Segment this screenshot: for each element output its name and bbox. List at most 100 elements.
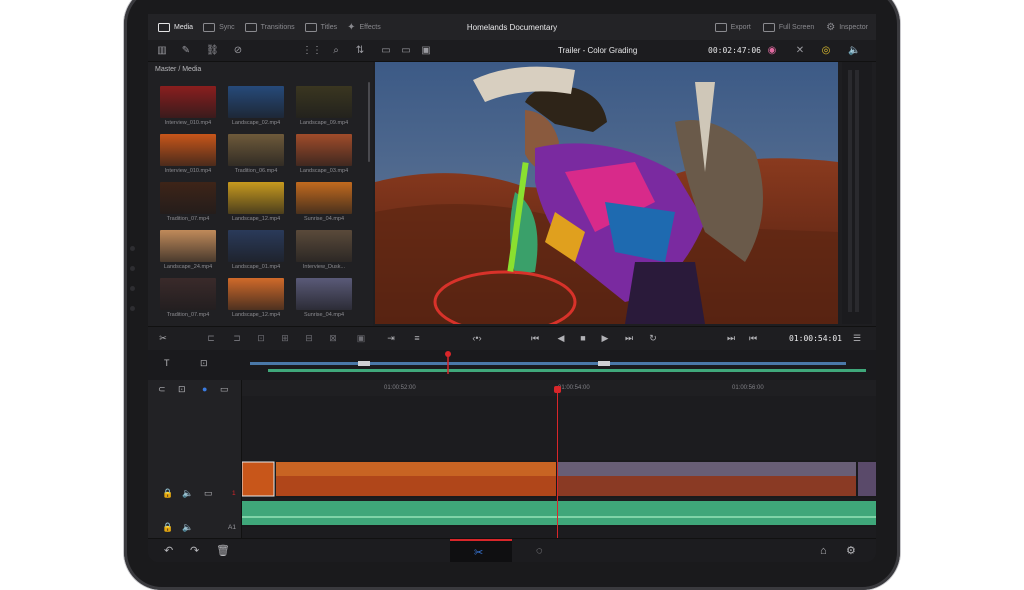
fullscreen-button[interactable]: Full Screen	[762, 22, 814, 32]
video-track[interactable]	[241, 460, 876, 498]
video-clip[interactable]	[858, 462, 876, 496]
media-thumbnail[interactable]	[160, 278, 216, 310]
unlink-icon[interactable]: ⊘	[232, 45, 244, 56]
cut-page-icon: ✂	[474, 547, 484, 559]
media-thumbnail[interactable]	[296, 134, 352, 166]
audio-track[interactable]	[242, 501, 876, 527]
media-thumbnail-label: Tradition_06.mp4	[234, 168, 278, 174]
export-button[interactable]: Export	[714, 22, 751, 32]
viewer-mode-3-icon[interactable]: ▣	[420, 45, 432, 56]
media-thumbnail[interactable]	[296, 86, 352, 118]
media-thumbnail[interactable]	[228, 182, 284, 214]
nav-effects[interactable]: ✦ Effects	[347, 22, 381, 33]
media-thumbnail[interactable]	[296, 182, 352, 214]
lock-audio-icon[interactable]: 🔒	[162, 522, 173, 532]
side-button	[130, 266, 135, 271]
media-thumbnail[interactable]	[296, 278, 352, 310]
titles-icon	[304, 22, 317, 32]
viewer-mode-1-icon[interactable]: ▭	[380, 45, 392, 56]
audio-video-icon[interactable]: 🔈	[182, 488, 193, 498]
settings-icon[interactable]: ⚙	[846, 544, 856, 558]
nav-transitions[interactable]: Transitions	[244, 22, 295, 32]
media-thumbnail[interactable]	[296, 230, 352, 262]
media-icon	[158, 22, 170, 32]
edit-tool-5-icon[interactable]: ⊟	[302, 333, 316, 344]
nav-sync[interactable]: Sync	[203, 22, 235, 32]
edit-tool-3-icon[interactable]: ⊡	[254, 333, 268, 344]
link-icon[interactable]: ⛓	[206, 45, 219, 56]
media-thumbnail[interactable]	[160, 230, 216, 262]
nav-media[interactable]: Media	[158, 22, 193, 32]
next-clip-icon[interactable]: ⏭	[724, 333, 738, 344]
clip-title[interactable]: Trailer - Color Grading	[558, 46, 637, 55]
color-page-icon[interactable]: ◌	[536, 544, 543, 558]
edit-controls: ✂ ⊏ ⊐ ⊡ ⊞ ⊟ ⊠ ▣ ⇥ ≡ ‹•› ⏮ ◀ ■ ▶ ⏭ ↻ ⏭ ⏮ …	[148, 326, 876, 350]
media-thumbnail-label: Landscape_02.mp4	[231, 120, 281, 126]
media-thumbnail[interactable]	[228, 230, 284, 262]
mini-playhead-knob[interactable]	[445, 351, 451, 357]
track-view-icon[interactable]: ▭	[220, 384, 229, 394]
media-thumbnail-label: Landscape_24.mp4	[163, 264, 213, 270]
video-clips	[241, 461, 876, 497]
tick-label: 01:00:56:00	[732, 385, 764, 391]
media-thumbnail[interactable]	[228, 86, 284, 118]
edit-icon[interactable]: ✎	[180, 45, 192, 56]
grid-view-icon[interactable]: ⋮⋮	[302, 45, 322, 56]
edit-tool-4-icon[interactable]: ⊞	[278, 333, 292, 344]
search-icon[interactable]: ⌕	[330, 45, 342, 56]
secondary-toolbar: ▥ ✎ ⛓ ⊘ ⋮⋮ ⌕ ⇅ ▭ ▭ ▣ Trailer - Color Gra…	[148, 40, 876, 62]
media-thumbnail[interactable]	[228, 134, 284, 166]
stop-icon[interactable]: ■	[576, 333, 590, 344]
delete-icon[interactable]: 🗑	[216, 544, 230, 558]
audio-mute-icon[interactable]: 🔈	[182, 522, 193, 532]
prev-clip-icon[interactable]: ⏮	[746, 333, 760, 344]
lock-video-icon[interactable]: 🔒	[162, 488, 173, 498]
media-thumbnail-label: Landscape_09.mp4	[299, 120, 349, 126]
flag-icon[interactable]: ●	[202, 384, 207, 394]
playhead-line[interactable]	[557, 390, 558, 540]
transform-icon[interactable]: ✕	[794, 45, 806, 56]
nav-titles[interactable]: Titles	[304, 22, 337, 32]
sort-icon[interactable]: ⇅	[354, 45, 366, 56]
redo-icon[interactable]: ↷	[190, 544, 199, 558]
media-thumbnail[interactable]	[160, 86, 216, 118]
mixer-icon[interactable]: ≡	[410, 333, 424, 344]
timeline-ruler[interactable]: 01:00:52:00 01:00:54:00 01:00:56:00	[148, 380, 876, 396]
video-viewer[interactable]	[375, 62, 838, 324]
audio-clip[interactable]	[242, 501, 876, 527]
video-clip[interactable]	[241, 461, 275, 497]
go-to-end-icon[interactable]: ⏭	[622, 333, 636, 344]
play-reverse-icon[interactable]: ◀	[554, 333, 568, 344]
scopes-icon[interactable]: ◎	[820, 45, 832, 56]
edit-tool-2-icon[interactable]: ⊐	[230, 333, 244, 344]
edit-tool-7-icon[interactable]: ▣	[354, 333, 368, 344]
undo-icon[interactable]: ↶	[164, 544, 173, 558]
color-icon[interactable]: ◉	[766, 45, 778, 56]
jog-control-icon[interactable]: ‹•›	[470, 333, 484, 344]
playhead-knob[interactable]	[554, 386, 561, 393]
edit-tool-6-icon[interactable]: ⊠	[326, 333, 340, 344]
mini-audio-strip	[268, 369, 866, 372]
inspector-button[interactable]: ⚙ Inspector	[826, 22, 868, 33]
mini-timeline[interactable]: T ⊡	[148, 350, 876, 380]
blade-icon[interactable]: ✂	[156, 333, 170, 344]
menu-icon[interactable]: ☰	[850, 333, 864, 344]
play-icon[interactable]: ▶	[598, 333, 612, 344]
edit-tool-1-icon[interactable]: ⊏	[204, 333, 218, 344]
media-thumbnail[interactable]	[228, 278, 284, 310]
home-icon[interactable]: ⌂	[820, 544, 827, 558]
panel-toggle-icon[interactable]: ▥	[156, 45, 168, 56]
media-thumbnail[interactable]	[160, 182, 216, 214]
cut-page-tab[interactable]: ✂	[450, 539, 512, 562]
media-thumbnail[interactable]	[160, 134, 216, 166]
link-clip-icon[interactable]: ⊡	[178, 384, 186, 394]
trim-icon[interactable]: ⇥	[384, 333, 398, 344]
media-scrollbar[interactable]	[368, 82, 370, 162]
video-toggle-icon[interactable]: ▭	[204, 488, 213, 498]
timecode-display: 00:02:47:06	[708, 46, 761, 55]
go-to-start-icon[interactable]: ⏮	[528, 333, 542, 344]
volume-icon[interactable]: 🔈	[848, 45, 860, 56]
snap-icon[interactable]: ⊂	[158, 384, 166, 394]
viewer-mode-2-icon[interactable]: ▭	[400, 45, 412, 56]
loop-icon[interactable]: ↻	[646, 333, 660, 344]
